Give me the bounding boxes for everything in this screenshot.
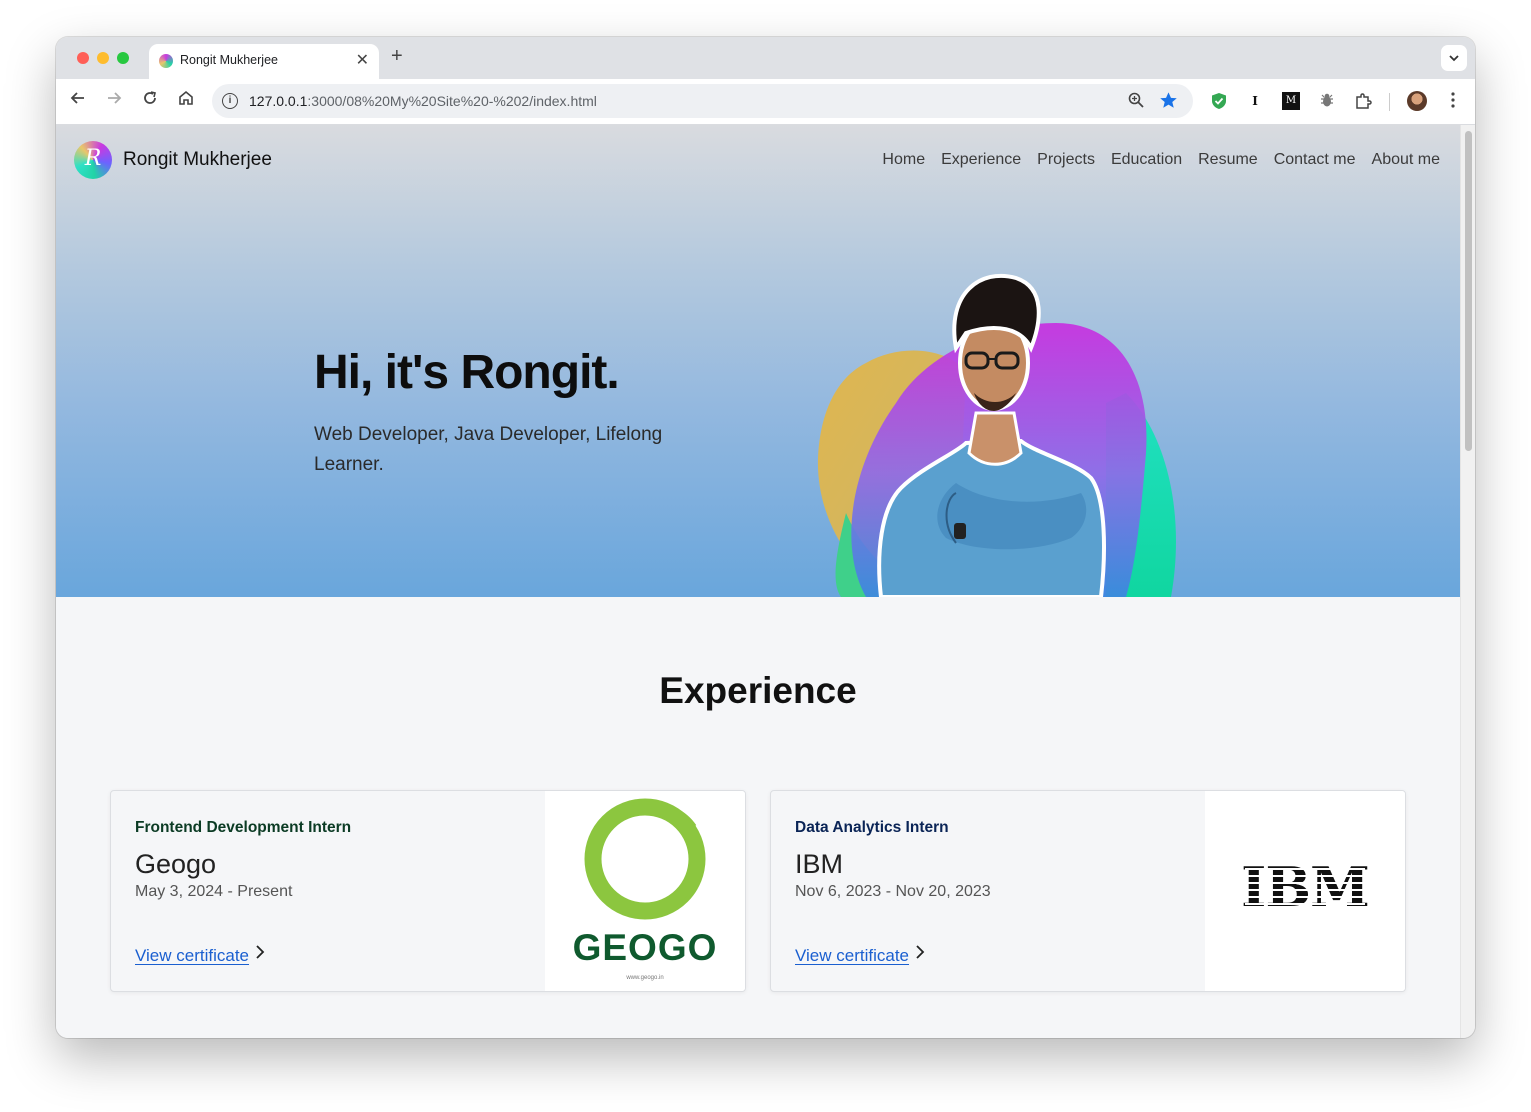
url-path: :3000/08%20My%20Site%20-%202/index.html bbox=[307, 93, 597, 109]
instapaper-extension-icon[interactable]: I bbox=[1246, 92, 1264, 110]
card-role: Frontend Development Intern bbox=[135, 819, 352, 836]
address-bar[interactable]: i 127.0.0.1:3000/08%20My%20Site%20-%202/… bbox=[212, 84, 1193, 118]
ibm-stripes bbox=[1245, 863, 1365, 919]
logo-initial: R bbox=[84, 146, 102, 171]
page-scrollbar[interactable] bbox=[1460, 125, 1475, 1038]
nav-resume[interactable]: Resume bbox=[1198, 151, 1258, 169]
reload-icon[interactable] bbox=[139, 89, 161, 112]
url-host: 127.0.0.1 bbox=[249, 93, 308, 109]
zoom-icon[interactable] bbox=[1127, 91, 1145, 114]
geogo-wordmark: GEOGO bbox=[572, 927, 718, 968]
minimize-window-button[interactable] bbox=[97, 52, 109, 64]
back-arrow-icon[interactable] bbox=[67, 89, 89, 112]
card-company: IBM bbox=[795, 849, 844, 879]
kebab-menu-icon[interactable] bbox=[1444, 92, 1462, 110]
forward-arrow-icon[interactable] bbox=[103, 89, 125, 112]
browser-window: Rongit Mukherjee ✕ + i 127.0.0.1:3000/08… bbox=[56, 37, 1475, 1038]
geogo-url-caption: www.geogo.in bbox=[626, 975, 664, 981]
geogo-logo: GEOGO www.geogo.in bbox=[545, 791, 745, 991]
ibm-logo: IBM bbox=[1205, 791, 1405, 991]
maximize-window-button[interactable] bbox=[117, 52, 129, 64]
tab-title: Rongit Mukherjee bbox=[180, 53, 278, 67]
hero-title: Hi, it's Rongit. bbox=[314, 346, 620, 399]
medium-extension-icon[interactable]: M bbox=[1282, 92, 1300, 110]
page-viewport: R Rongit Mukherjee Home Experience Proje… bbox=[56, 125, 1460, 1038]
shield-extension-icon[interactable] bbox=[1210, 92, 1228, 110]
close-window-button[interactable] bbox=[77, 52, 89, 64]
nav-home[interactable]: Home bbox=[882, 151, 925, 169]
nav-about[interactable]: About me bbox=[1372, 151, 1440, 169]
puzzle-extensions-icon[interactable] bbox=[1354, 92, 1372, 110]
profile-portrait-image bbox=[817, 273, 1176, 597]
browser-toolbar: i 127.0.0.1:3000/08%20My%20Site%20-%202/… bbox=[56, 79, 1475, 125]
nav-education[interactable]: Education bbox=[1111, 151, 1182, 169]
chevron-right-icon[interactable] bbox=[255, 944, 265, 965]
bug-extension-icon[interactable] bbox=[1318, 92, 1336, 110]
site-favicon-icon bbox=[159, 54, 173, 68]
brand-name[interactable]: Rongit Mukherjee bbox=[123, 149, 272, 171]
scrollbar-thumb[interactable] bbox=[1465, 131, 1472, 451]
hero-subtitle: Web Developer, Java Developer, Lifelong … bbox=[314, 424, 663, 475]
nav-projects[interactable]: Projects bbox=[1037, 151, 1095, 169]
experience-card-ibm: Data Analytics Intern IBM Nov 6, 2023 - … bbox=[770, 790, 1406, 992]
card-company: Geogo bbox=[135, 849, 217, 879]
toolbar-divider bbox=[1389, 93, 1390, 111]
nav-experience[interactable]: Experience bbox=[941, 151, 1021, 169]
new-tab-button[interactable]: + bbox=[391, 45, 403, 68]
home-icon[interactable] bbox=[175, 89, 197, 112]
url-text[interactable]: 127.0.0.1:3000/08%20My%20Site%20-%202/in… bbox=[249, 93, 597, 109]
info-icon[interactable]: i bbox=[222, 93, 238, 109]
experience-card-geogo: Frontend Development Intern Geogo May 3,… bbox=[110, 790, 746, 992]
card-role: Data Analytics Intern bbox=[795, 819, 949, 836]
tab-search-chevron-icon[interactable] bbox=[1441, 45, 1467, 71]
tab-strip: Rongit Mukherjee ✕ + bbox=[56, 37, 1475, 79]
profile-avatar-icon[interactable] bbox=[1407, 91, 1427, 111]
experience-heading: Experience bbox=[659, 670, 857, 711]
chevron-right-icon[interactable] bbox=[915, 944, 925, 965]
card-dates: May 3, 2024 - Present bbox=[135, 883, 293, 900]
tab-close-icon[interactable]: ✕ bbox=[356, 50, 369, 70]
browser-tab-active[interactable]: Rongit Mukherjee ✕ bbox=[149, 44, 379, 79]
card-dates: Nov 6, 2023 - Nov 20, 2023 bbox=[795, 883, 991, 900]
bookmark-star-icon[interactable] bbox=[1159, 91, 1178, 115]
nav-contact[interactable]: Contact me bbox=[1274, 151, 1356, 169]
hero-section: R Rongit Mukherjee Home Experience Proje… bbox=[56, 125, 1460, 597]
site-nav: Home Experience Projects Education Resum… bbox=[882, 151, 1440, 169]
site-logo-icon[interactable]: R bbox=[74, 141, 112, 179]
view-certificate-link[interactable]: View certificate bbox=[795, 946, 909, 966]
view-certificate-link[interactable]: View certificate bbox=[135, 946, 249, 966]
